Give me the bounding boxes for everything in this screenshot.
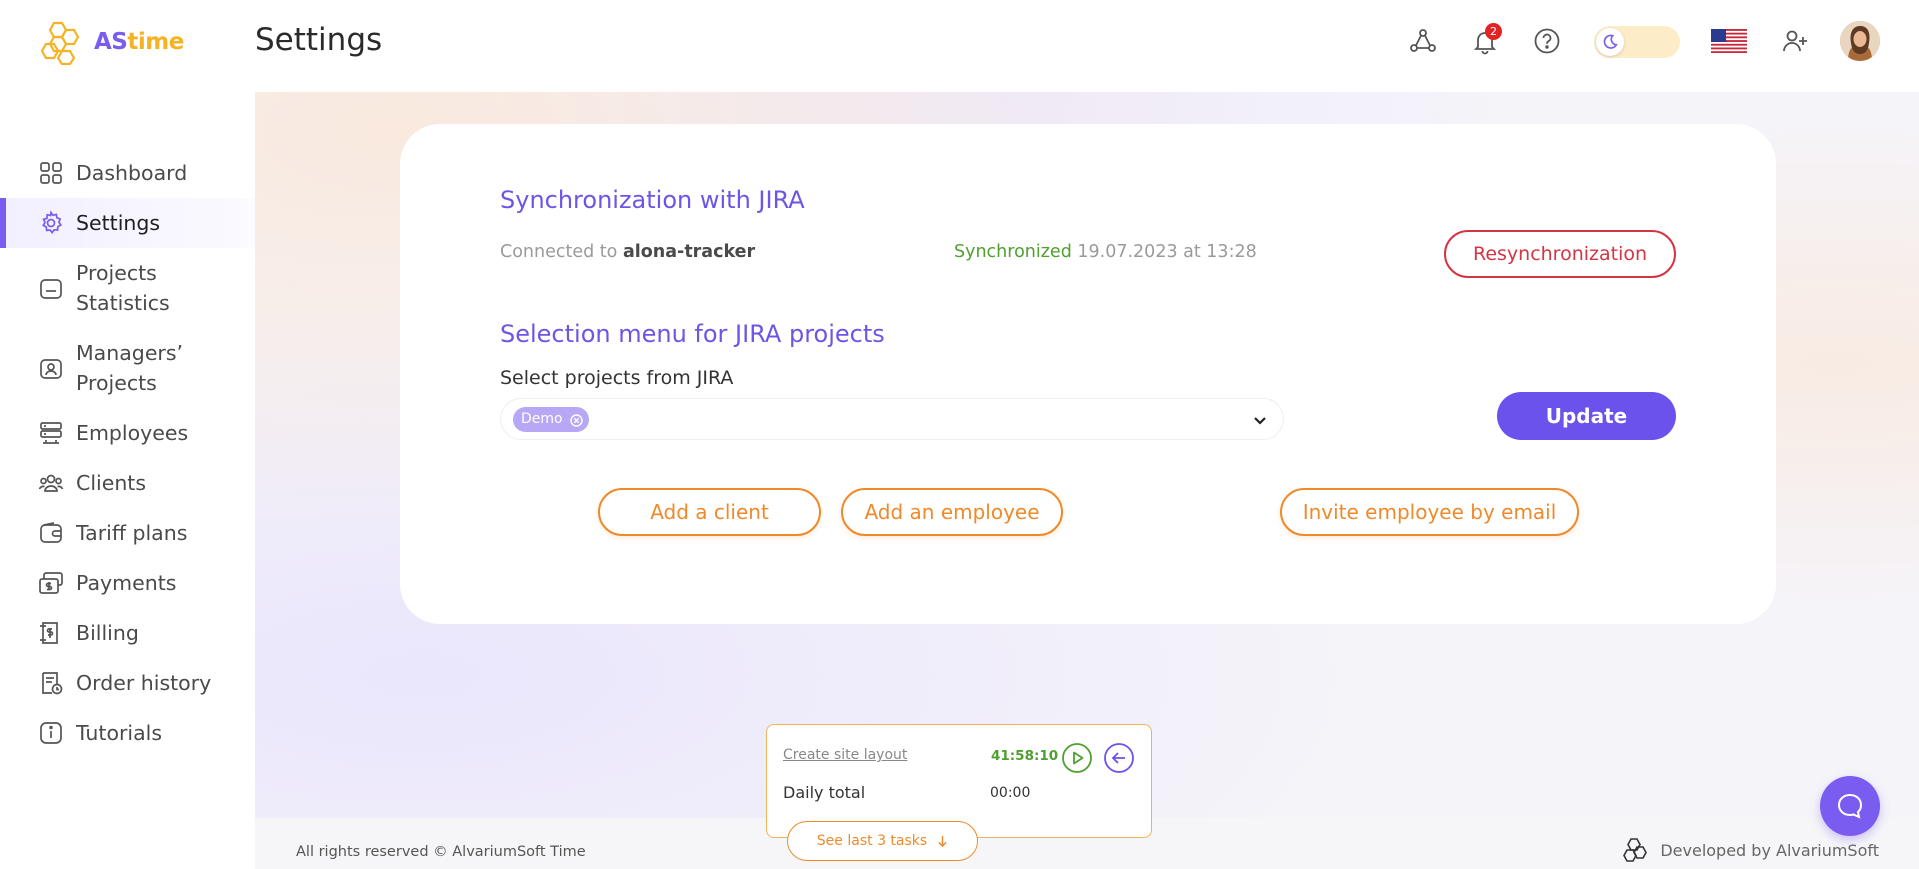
sidebar-item-projects-statistics[interactable]: Projects Statistics <box>0 248 255 328</box>
sync-status: Synchronized 19.07.2023 at 13:28 <box>954 242 1257 262</box>
sidebar-item-billing[interactable]: Billing <box>0 608 255 658</box>
arrow-down-icon <box>938 835 947 847</box>
alvariumsoft-logo-icon <box>1623 838 1648 862</box>
info-icon <box>38 720 64 746</box>
remove-tag-icon[interactable] <box>569 412 584 427</box>
settings-card: Synchronization with JIRA Connected to a… <box>400 124 1776 624</box>
top-header: AStime Settings 2 <box>0 0 1919 92</box>
folder-icon <box>38 276 64 302</box>
sidebar-item-label: Tariff plans <box>76 521 188 545</box>
sidebar-item-payments[interactable]: Payments <box>0 558 255 608</box>
sidebar-item-order-history[interactable]: Order history <box>0 658 255 708</box>
page-title: Settings <box>255 22 383 58</box>
select-projects-label: Select projects from JIRA <box>500 367 734 389</box>
selection-title: Selection menu for JIRA projects <box>500 320 885 348</box>
sidebar-item-label: Dashboard <box>76 161 188 185</box>
order-history-icon <box>38 670 64 696</box>
sidebar-item-label: Projects Statistics <box>76 261 170 315</box>
sidebar-item-label: Employees <box>76 421 189 445</box>
sidebar-item-label: Order history <box>76 671 212 695</box>
jira-projects-select[interactable]: Demo <box>500 398 1284 440</box>
sidebar-item-label: Settings <box>76 211 161 235</box>
sidebar-item-label: Managers’ Projects <box>76 341 184 395</box>
elapsed-time: 41:58:10 <box>991 748 1059 764</box>
invite-employee-button[interactable]: Invite employee by email <box>1280 488 1579 536</box>
us-flag-icon[interactable] <box>1711 29 1747 53</box>
astime-logo[interactable]: AStime <box>40 19 184 65</box>
sidebar-item-managers-projects[interactable]: Managers’ Projects <box>0 328 255 408</box>
sidebar-item-clients[interactable]: Clients <box>0 458 255 508</box>
sync-title: Synchronization with JIRA <box>500 186 805 214</box>
sidebar-item-dashboard[interactable]: Dashboard <box>0 148 255 198</box>
add-client-button[interactable]: Add a client <box>598 488 821 536</box>
project-tag: Demo <box>513 407 589 432</box>
connected-status: Connected to alona-tracker <box>500 242 756 262</box>
sidebar-item-tariff-plans[interactable]: Tariff plans <box>0 508 255 558</box>
dashboard-icon <box>38 160 64 186</box>
clients-icon <box>38 470 64 496</box>
help-icon[interactable] <box>1530 24 1564 58</box>
manager-icon <box>38 356 64 382</box>
see-last-tasks-button[interactable]: See last 3 tasks <box>787 821 978 861</box>
billing-icon <box>38 620 64 646</box>
payments-icon <box>38 570 64 596</box>
add-employee-button[interactable]: Add an employee <box>841 488 1063 536</box>
play-icon[interactable] <box>1061 742 1093 774</box>
chat-support-button[interactable] <box>1820 776 1880 836</box>
sidebar-item-tutorials[interactable]: Tutorials <box>0 708 255 758</box>
honeycomb-logo-icon <box>40 21 80 65</box>
chevron-down-icon <box>1251 411 1269 429</box>
employees-icon <box>38 420 64 446</box>
sidebar-item-label: Billing <box>76 621 139 645</box>
resynchronization-button[interactable]: Resynchronization <box>1444 230 1676 278</box>
daily-total-value: 00:00 <box>990 785 1031 801</box>
theme-toggle[interactable] <box>1594 26 1680 58</box>
add-user-icon[interactable] <box>1778 24 1812 58</box>
arrow-left-icon[interactable] <box>1103 742 1135 774</box>
gear-icon <box>38 210 64 236</box>
moon-icon <box>1596 28 1624 56</box>
connected-account: alona-tracker <box>622 242 756 262</box>
daily-total-label: Daily total <box>783 783 866 802</box>
chat-icon <box>1837 793 1863 819</box>
sidebar: Dashboard Settings Projects Statistics M… <box>0 92 255 869</box>
sidebar-item-employees[interactable]: Employees <box>0 408 255 458</box>
sidebar-item-label: Tutorials <box>76 721 163 745</box>
copyright-text: All rights reserved © AlvariumSoft Time <box>296 844 586 860</box>
sidebar-item-label: Clients <box>76 471 147 495</box>
sidebar-item-label: Payments <box>76 571 177 595</box>
current-task-link[interactable]: Create site layout <box>783 747 907 763</box>
developer-credit[interactable]: Developed by AlvariumSoft <box>1622 836 1879 864</box>
bell-icon[interactable]: 2 <box>1468 23 1502 58</box>
sidebar-item-settings[interactable]: Settings <box>0 198 255 248</box>
user-avatar[interactable] <box>1840 21 1880 61</box>
network-icon[interactable] <box>1406 24 1440 58</box>
update-button[interactable]: Update <box>1497 392 1676 440</box>
notification-badge: 2 <box>1485 23 1502 40</box>
wallet-icon <box>38 520 64 546</box>
brand-name: AStime <box>94 29 184 55</box>
